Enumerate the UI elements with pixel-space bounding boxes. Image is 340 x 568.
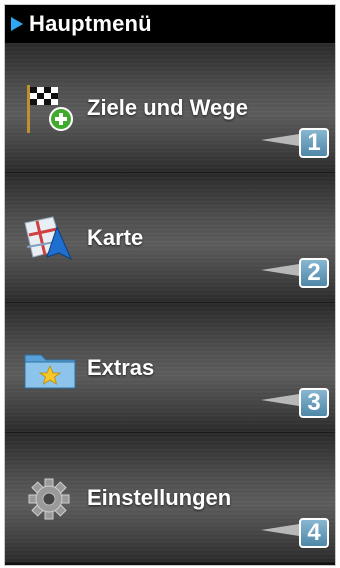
menu-item-label: Karte [87, 225, 144, 250]
menu-item-extras[interactable]: Extras 3 [5, 303, 335, 433]
main-menu: Ziele und Wege 1 Karte 2 Extras 3 Einste… [5, 43, 335, 565]
device-screen: Hauptmenü Ziele und Wege 1 Karte 2 Extra… [4, 4, 336, 566]
number-badge: 3 [299, 388, 329, 418]
title-bar: Hauptmenü [5, 5, 335, 43]
menu-item-ziele-und-wege[interactable]: Ziele und Wege 1 [5, 43, 335, 173]
number-badge: 4 [299, 518, 329, 548]
menu-item-karte[interactable]: Karte 2 [5, 173, 335, 303]
star-folder-icon [21, 343, 81, 395]
number-badge: 2 [299, 258, 329, 288]
gear-icon [21, 473, 81, 525]
number-pointer [261, 264, 299, 276]
menu-item-label: Ziele und Wege [87, 95, 248, 120]
play-marker-icon [11, 17, 23, 31]
page-title: Hauptmenü [29, 11, 152, 36]
menu-item-einstellungen[interactable]: Einstellungen 4 [5, 433, 335, 563]
map-navigation-icon [21, 213, 81, 265]
number-pointer [261, 394, 299, 406]
number-pointer [261, 524, 299, 536]
number-pointer [261, 134, 299, 146]
checkered-flag-add-icon [21, 83, 81, 135]
menu-item-label: Extras [87, 355, 155, 380]
menu-item-label: Einstellungen [87, 485, 232, 510]
number-badge: 1 [299, 128, 329, 158]
